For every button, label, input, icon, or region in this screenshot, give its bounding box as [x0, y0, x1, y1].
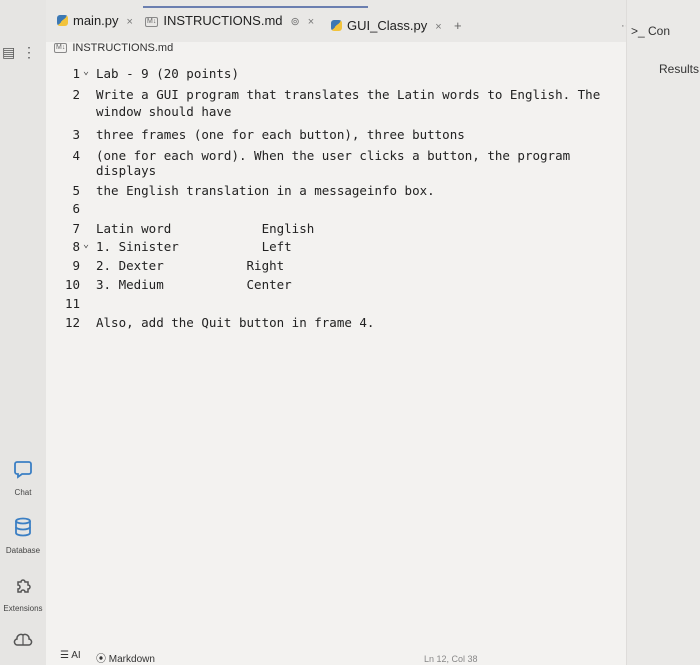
close-icon[interactable]: × — [308, 16, 314, 28]
tab-label: INSTRUCTIONS.md — [163, 13, 283, 28]
ai-icon: ☰ — [60, 650, 72, 661]
line-text: Also, add the Quit button in frame 4. — [96, 315, 375, 330]
right-panel: >_ Con Results — [626, 0, 700, 665]
markdown-icon: M↓ — [54, 43, 68, 53]
close-icon[interactable]: × — [127, 16, 133, 28]
line-number: 4 — [72, 148, 80, 163]
chat-icon — [14, 461, 32, 479]
close-icon[interactable]: × — [435, 21, 441, 33]
code-line: 1 ⌄ Lab - 9 (20 points) — [46, 66, 606, 84]
tab-main-py[interactable]: main.py × — [57, 13, 133, 33]
sidebar-tool-label: Chat — [14, 488, 32, 497]
python-icon — [57, 15, 68, 26]
sidebar-tool-label: Database — [5, 546, 41, 555]
python-icon — [331, 20, 342, 31]
line-number: 5 — [72, 183, 80, 198]
line-text: three frames (one for each button), thre… — [96, 127, 465, 142]
sidebar-tool-chat[interactable]: Chat — [0, 458, 46, 497]
sidebar-tool-database[interactable]: Database — [0, 516, 46, 555]
line-text: window should have — [96, 104, 232, 119]
editor-pane[interactable]: M↓ INSTRUCTIONS.md 1 ⌄ Lab - 9 (20 points… — [46, 42, 626, 665]
line-number: 6 — [72, 201, 80, 216]
code-line: displays — [46, 163, 606, 181]
code-line: 6 — [46, 201, 606, 219]
database-icon — [15, 517, 31, 537]
panel-toggle-icon[interactable]: ▤ — [2, 44, 15, 61]
fold-chevron-icon[interactable]: ⌄ — [83, 66, 89, 77]
code-line: 12 Also, add the Quit button in frame 4. — [46, 315, 606, 333]
line-text: Latin word English — [96, 221, 315, 236]
console-tab[interactable]: >_ Con — [631, 24, 670, 38]
menu-icon[interactable]: ⋮ — [22, 44, 36, 61]
language-mode[interactable]: ⦿ Markdown — [96, 650, 155, 665]
line-number: 2 — [72, 87, 80, 102]
console-label: Con — [648, 24, 671, 38]
results-tab[interactable]: Results — [659, 62, 699, 76]
status-bar: ☰ AI ⦿ Markdown Ln 12, Col 38 — [46, 647, 626, 665]
markdown-icon: M↓ — [145, 17, 159, 27]
markdown-mode-icon: ⦿ — [96, 654, 109, 665]
code-line: 5 the English translation in a messagein… — [46, 183, 606, 201]
line-number: 10 — [64, 277, 80, 292]
line-text: 3. Medium Center — [96, 277, 292, 292]
code-line: 11 — [46, 296, 606, 314]
breadcrumb-file[interactable]: INSTRUCTIONS.md — [72, 42, 173, 54]
line-number: 8 — [72, 239, 80, 254]
line-number: 11 — [64, 296, 80, 311]
active-tab-indicator — [143, 6, 368, 8]
tab-bar: main.py × M↓ INSTRUCTIONS.md ⊚ × GUI_Class.p… — [46, 0, 632, 42]
fold-chevron-icon[interactable]: ⌄ — [83, 239, 89, 250]
line-text: Write a GUI program that translates the … — [96, 87, 601, 102]
line-text: Lab - 9 (20 points) — [96, 66, 239, 81]
sidebar-tool-extensions[interactable]: Extensions — [0, 574, 46, 613]
line-number: 1 — [72, 66, 80, 81]
line-number: 7 — [72, 221, 80, 236]
new-tab-button[interactable]: + — [454, 18, 462, 38]
left-sidebar: ▤ ⋮ Chat Database Extensions — [0, 0, 46, 665]
line-text: the English translation in a messageinfo… — [96, 183, 435, 198]
tab-label: main.py — [73, 13, 119, 28]
cursor-position[interactable]: Ln 12, Col 38 — [424, 654, 478, 664]
tab-instructions-md[interactable]: M↓ INSTRUCTIONS.md ⊚ × — [145, 13, 314, 33]
code-line: 9 2. Dexter Right — [46, 258, 606, 276]
code-line: 3 three frames (one for each button), th… — [46, 127, 606, 145]
code-line: 8 ⌄ 1. Sinister Left — [46, 239, 606, 257]
line-number: 12 — [64, 315, 80, 330]
code-line: 2 Write a GUI program that translates th… — [46, 87, 606, 105]
line-number: 3 — [72, 127, 80, 142]
line-text: displays — [96, 163, 157, 178]
sidebar-tool-label: Extensions — [3, 604, 43, 613]
ai-label: AI — [71, 650, 81, 661]
breadcrumb: M↓ INSTRUCTIONS.md — [54, 42, 173, 54]
preview-icon[interactable]: ⊚ — [291, 16, 300, 28]
terminal-icon: >_ — [631, 24, 649, 38]
line-text: 1. Sinister Left — [96, 239, 292, 254]
tab-label: GUI_Class.py — [347, 18, 428, 33]
sidebar-top-controls: ▤ ⋮ — [0, 40, 46, 66]
code-line: window should have — [46, 104, 606, 122]
code-line: 7 Latin word English — [46, 221, 606, 239]
tab-gui-class-py[interactable]: GUI_Class.py × — [331, 18, 442, 38]
brain-icon — [13, 633, 33, 646]
extensions-icon — [17, 579, 31, 593]
line-text: 2. Dexter Right — [96, 258, 285, 273]
line-number: 9 — [72, 258, 80, 273]
sidebar-tool-brain[interactable] — [0, 630, 46, 652]
ai-status[interactable]: ☰ AI — [60, 650, 81, 661]
language-label: Markdown — [108, 654, 155, 665]
code-line: 10 3. Medium Center — [46, 277, 606, 295]
line-text: (one for each word). When the user click… — [96, 148, 571, 163]
